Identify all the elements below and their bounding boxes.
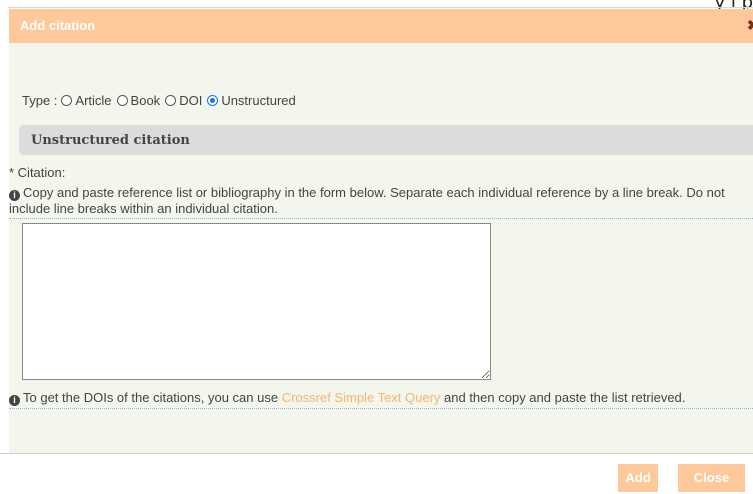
type-option-doi[interactable]: DOI xyxy=(165,93,202,108)
dialog-title: Add citation xyxy=(20,18,96,33)
crossref-link[interactable]: Crossref Simple Text Query xyxy=(282,390,441,405)
type-option-label: Book xyxy=(130,93,161,108)
doi-help: i To get the DOIs of the citations, you c… xyxy=(9,390,753,409)
dialog-header: Add citation ✖ xyxy=(9,9,753,43)
info-circle-icon: i xyxy=(9,395,20,406)
divider xyxy=(8,7,753,8)
add-button[interactable]: Add xyxy=(618,464,658,492)
citation-textarea[interactable] xyxy=(22,223,491,380)
radio-unstructured[interactable] xyxy=(207,95,219,106)
radio-book[interactable] xyxy=(116,95,128,106)
type-option-book[interactable]: Book xyxy=(116,93,161,108)
type-option-label: Unstructured xyxy=(221,93,296,108)
citation-help: i Copy and paste reference list or biblio… xyxy=(9,185,753,219)
section-title: Unstructured citation xyxy=(31,133,190,148)
radio-article[interactable] xyxy=(61,95,73,106)
footer-divider xyxy=(0,453,753,454)
doi-help-prefix: To get the DOIs of the citations, you ca… xyxy=(23,390,282,405)
info-circle-icon: i xyxy=(9,190,20,201)
type-option-label: DOI xyxy=(179,93,203,108)
type-option-unstructured[interactable]: Unstructured xyxy=(207,93,296,108)
close-icon[interactable]: ✖ xyxy=(747,18,753,32)
citation-help-text: Copy and paste reference list or bibliog… xyxy=(9,185,725,216)
radio-doi[interactable] xyxy=(165,95,177,106)
citation-label: * Citation: xyxy=(9,165,66,180)
close-button[interactable]: Close xyxy=(678,464,745,492)
type-option-article[interactable]: Article xyxy=(61,93,112,108)
type-option-label: Article xyxy=(75,93,112,108)
doi-help-suffix: and then copy and paste the list retriev… xyxy=(440,390,686,405)
type-selector: Type : Article Book DOI Unstructured xyxy=(22,93,301,108)
dialog-body: Type : Article Book DOI Unstructured Uns… xyxy=(9,43,753,453)
type-label: Type : xyxy=(22,93,58,108)
section-header: Unstructured citation xyxy=(19,125,753,155)
